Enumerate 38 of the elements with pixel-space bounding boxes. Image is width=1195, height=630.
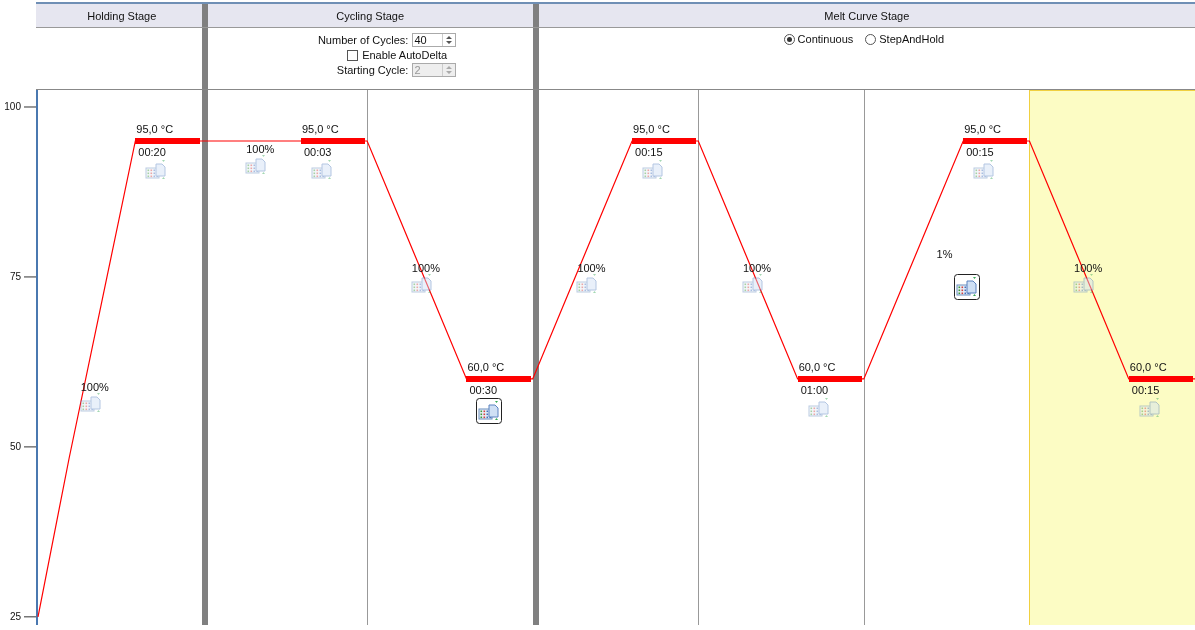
- mode-label: Continuous: [797, 33, 854, 45]
- axis-tick-label: 100: [4, 101, 21, 113]
- hold-time[interactable]: 01:00: [800, 383, 829, 396]
- axis-tick-label: 25: [9, 611, 21, 623]
- stage-header: Melt Curve Stage: [532, 4, 1195, 28]
- mode-label: StepAndHold: [879, 33, 945, 45]
- hold-temperature[interactable]: 95,0 °C: [633, 123, 670, 135]
- hold-temperature[interactable]: 60,0 °C: [1129, 360, 1167, 373]
- ramp-rate: 100%: [246, 143, 275, 155]
- cycles-spinner[interactable]: 40: [412, 33, 457, 47]
- auto-delta-label: Enable AutoDelta: [362, 49, 448, 61]
- hold-temperature[interactable]: 95,0 °C: [964, 123, 1001, 135]
- hold-time[interactable]: 00:30: [469, 383, 497, 396]
- axis-tick-label: 75: [9, 271, 21, 283]
- hold-temperature[interactable]: 95,0 °C: [301, 123, 339, 135]
- hold-bar[interactable]: [466, 375, 531, 382]
- hold-time[interactable]: 00:15: [635, 146, 663, 158]
- data-collection-icon[interactable]: [953, 273, 980, 300]
- data-collection-icon[interactable]: [476, 397, 503, 424]
- stage-header: Cycling Stage: [201, 4, 533, 28]
- hold-temperature[interactable]: 95,0 °C: [136, 123, 174, 135]
- hold-temperature[interactable]: 60,0 °C: [467, 360, 505, 373]
- hold-temperature[interactable]: 60,0 °C: [798, 360, 836, 373]
- axis-tick-label: 50: [9, 441, 21, 453]
- hold-time[interactable]: 00:03: [303, 146, 332, 158]
- auto-delta-checkbox[interactable]: [347, 49, 359, 61]
- starting-cycle-label: Starting Cycle:: [335, 64, 409, 76]
- cycles-label: Number of Cycles:: [317, 34, 409, 46]
- hold-bar[interactable]: [300, 138, 366, 144]
- hold-time[interactable]: 00:15: [1131, 383, 1160, 396]
- hold-bar[interactable]: [797, 375, 862, 382]
- hold-time[interactable]: 00:15: [966, 146, 994, 158]
- step-column[interactable]: 1% 95,0 °C 00:15: [863, 90, 1030, 625]
- hold-time[interactable]: 00:20: [138, 146, 166, 158]
- stage-header: Holding Stage: [36, 4, 202, 28]
- hold-bar[interactable]: [1128, 375, 1194, 382]
- step-column[interactable]: 100% 95,0 °C 00:03: [201, 90, 368, 625]
- ramp-rate: 1%: [936, 247, 953, 260]
